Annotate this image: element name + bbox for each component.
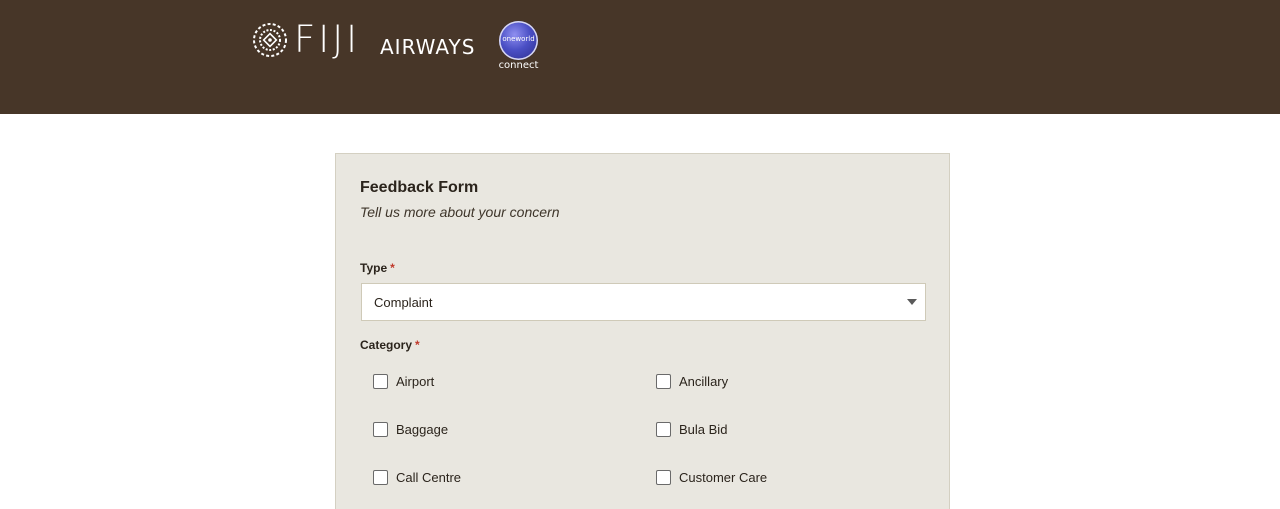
required-mark: * [415,338,420,352]
checkbox[interactable] [373,469,388,485]
fiji-airways-emblem-icon[interactable] [251,21,289,59]
category-option-ancillary[interactable]: Ancillary [656,371,728,391]
chevron-down-icon [907,299,917,305]
type-label: Type * [360,261,395,275]
category-label-text: Category [360,338,413,352]
brand-logo-airways[interactable]: AIRWAYS [380,34,475,60]
checkbox[interactable] [656,421,671,437]
checkbox[interactable] [656,373,671,389]
type-select[interactable]: Complaint [361,283,926,321]
category-label: Category * [360,338,420,352]
checkbox-label: Baggage [396,421,449,437]
checkbox[interactable] [373,373,388,389]
category-option-bula-bid[interactable]: Bula Bid [656,419,727,439]
feedback-form-panel: Feedback Form Tell us more about your co… [335,153,950,509]
required-mark: * [390,261,395,275]
checkbox-label: Airport [396,373,435,389]
checkbox-label: Bula Bid [679,421,728,437]
checkbox[interactable] [373,421,388,437]
checkbox-label: Ancillary [679,373,729,389]
category-option-baggage[interactable]: Baggage [373,419,448,439]
type-label-text: Type [360,261,388,275]
category-option-customer-care[interactable]: Customer Care [656,467,767,487]
checkbox[interactable] [656,469,671,485]
checkbox-label: Customer Care [679,469,768,485]
type-select-value: Complaint [374,295,433,310]
checkbox-label: Call Centre [396,469,462,485]
oneworld-logo-icon: oneworld [499,21,538,60]
brand-logo-fiji[interactable]: FIJI [294,18,360,62]
form-subtitle: Tell us more about your concern [360,204,560,220]
site-header: FIJI AIRWAYS oneworld connect [0,0,1280,114]
oneworld-badge-text: oneworld [502,35,535,43]
category-option-call-centre[interactable]: Call Centre [373,467,461,487]
category-option-airport[interactable]: Airport [373,371,434,391]
oneworld-caption: connect [498,60,539,71]
form-title: Feedback Form [360,179,479,196]
